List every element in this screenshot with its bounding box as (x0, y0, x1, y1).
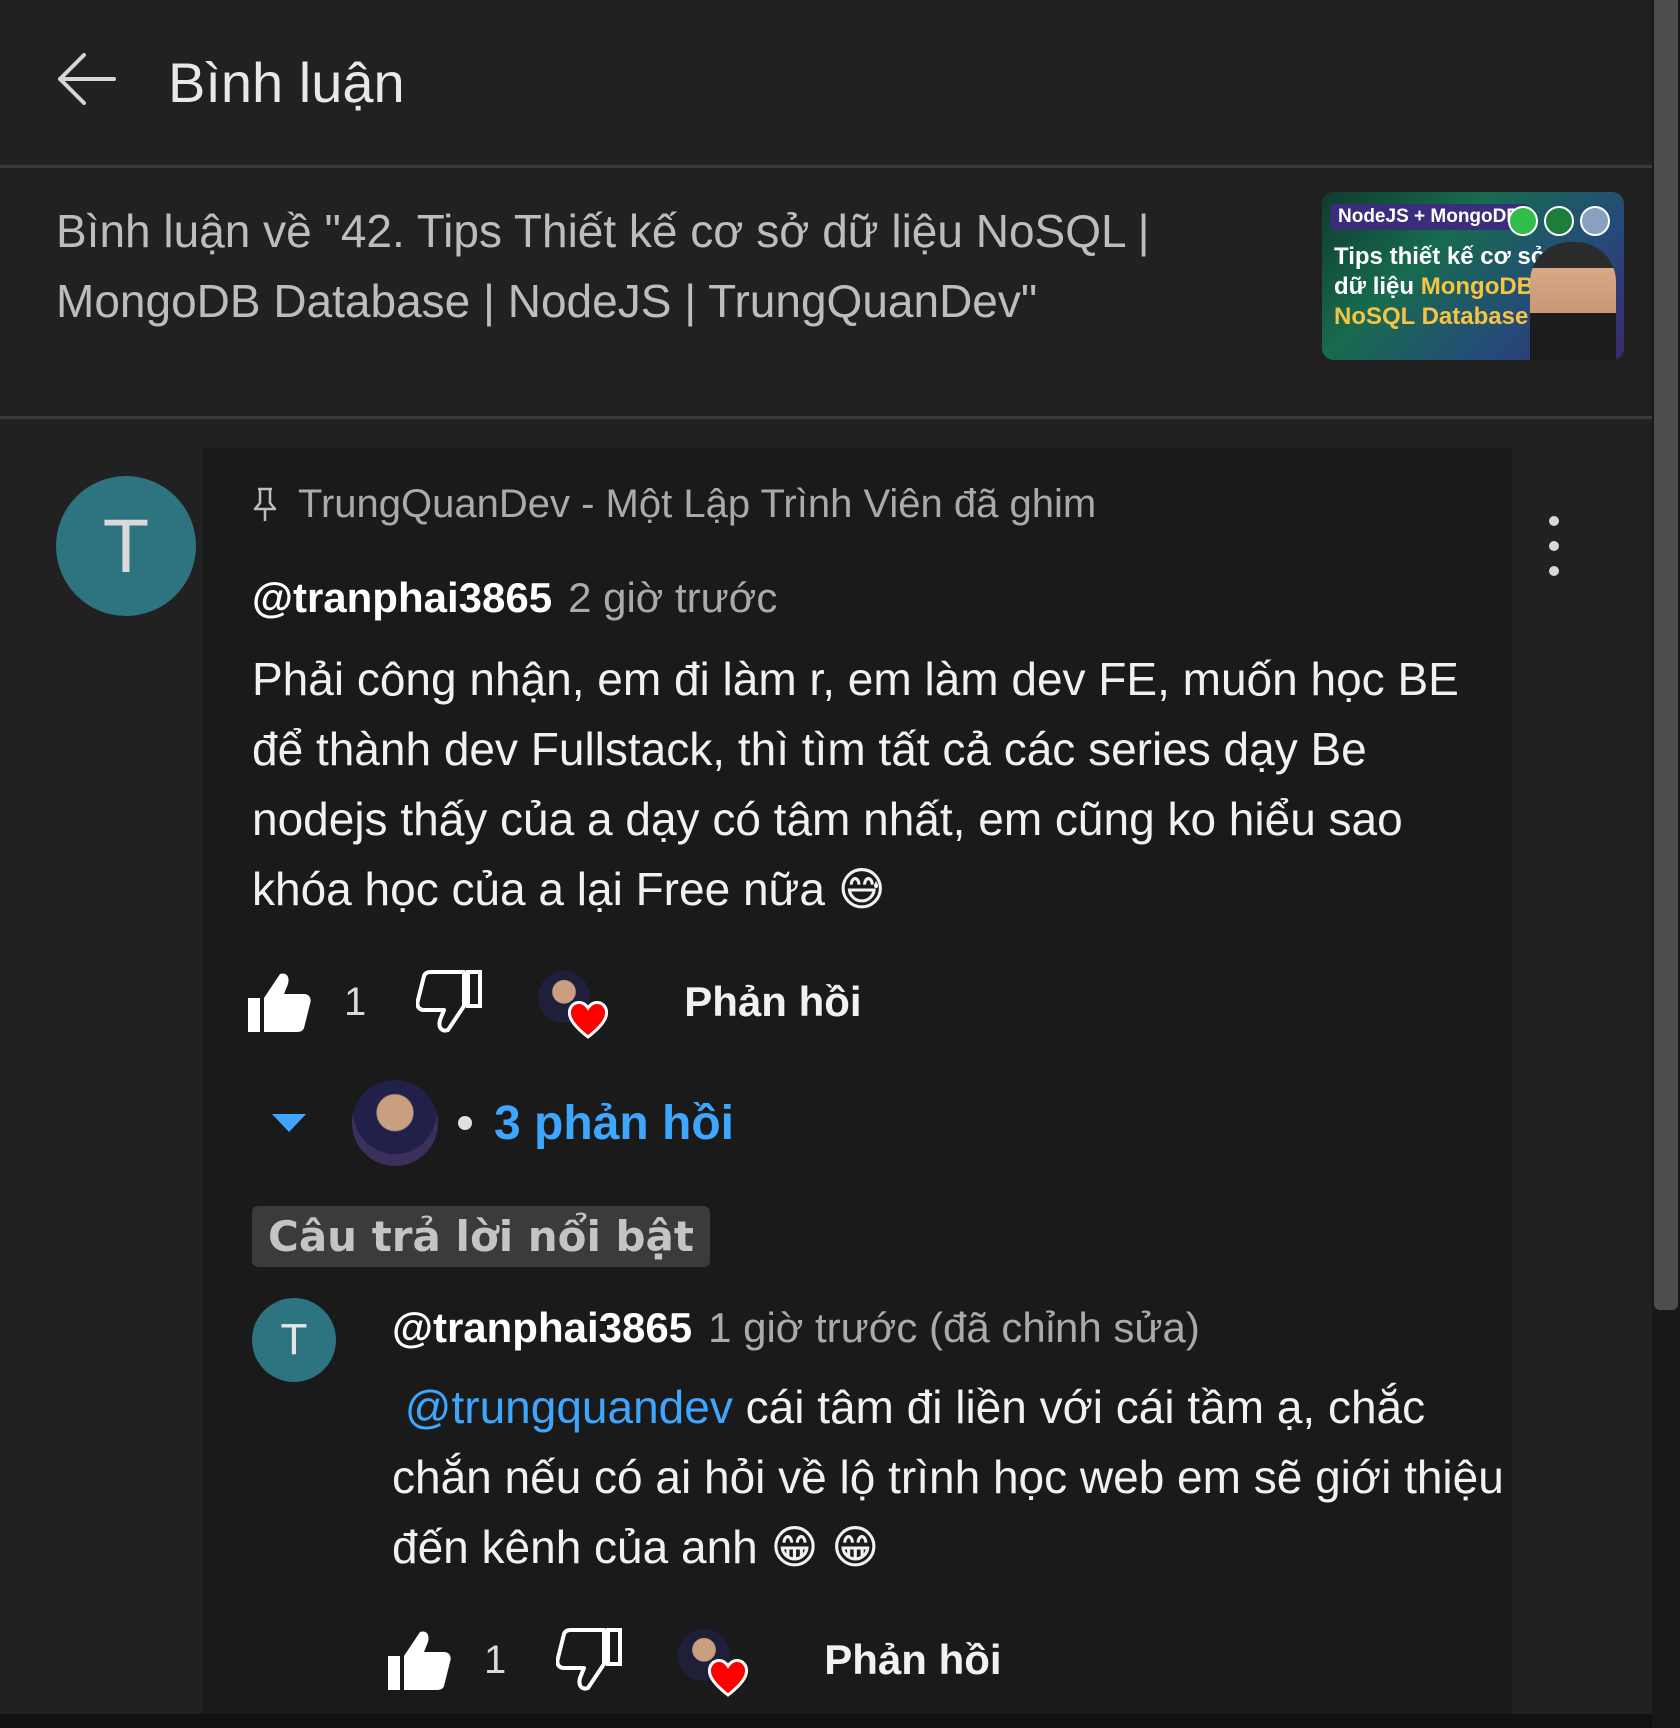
thumb-down-icon[interactable] (416, 970, 483, 1034)
reply-actions: 1 Phản hồi (386, 1628, 1002, 1697)
heart-icon (708, 1659, 749, 1697)
reply-author[interactable]: @tranphai3865 (392, 1304, 692, 1352)
panel-header: Bình luận (0, 0, 1652, 165)
creator-heart (538, 971, 609, 1039)
highlighted-reply-label: Câu trả lời nổi bật (252, 1206, 710, 1267)
reply-button[interactable]: Phản hồi (684, 978, 861, 1026)
page-title: Bình luận (168, 51, 405, 114)
comment-meta: @tranphai3865 2 giờ trước (252, 574, 777, 622)
creator-avatar (352, 1080, 438, 1166)
replies-count: 3 phản hồi (494, 1096, 734, 1150)
thumb-down-icon[interactable] (556, 1628, 623, 1692)
database-icon (1580, 206, 1610, 236)
separator-dot (458, 1116, 472, 1130)
thumbnail-badges (1508, 206, 1610, 236)
comment-actions: 1 Phản hồi (246, 970, 862, 1039)
creator-heart (678, 1629, 749, 1697)
divider (0, 416, 1652, 419)
more-vert-icon (1549, 516, 1559, 526)
thumb-up-icon[interactable] (386, 1628, 452, 1692)
comment-author[interactable]: @tranphai3865 (252, 574, 552, 622)
more-options-button[interactable] (1534, 516, 1574, 576)
avatar[interactable]: T (56, 476, 196, 616)
mention-link[interactable]: @trungquandev (405, 1381, 733, 1433)
thumbnail-presenter (1530, 242, 1616, 360)
thumb-up-icon[interactable] (246, 970, 312, 1034)
back-button[interactable] (48, 44, 124, 114)
caret-down-icon (272, 1114, 306, 1132)
like-count: 1 (484, 1637, 507, 1682)
comment-text: Phải công nhận, em đi làm r, em làm dev … (252, 653, 1459, 915)
view-replies-button[interactable]: 3 phản hồi (270, 1080, 734, 1166)
heart-icon (568, 1001, 609, 1039)
scrollbar-thumb[interactable] (1654, 0, 1678, 1310)
like-count: 1 (344, 979, 367, 1024)
pin-icon (253, 487, 277, 521)
reply-button[interactable]: Phản hồi (824, 1636, 1001, 1684)
thumbnail-tag: NodeJS + MongoDB (1330, 204, 1529, 230)
avatar[interactable]: T (252, 1298, 336, 1382)
comment-time[interactable]: 2 giờ trước (568, 574, 777, 622)
pinned-by-label: TrungQuanDev - Một Lập Trình Viên đã ghi… (252, 482, 1096, 527)
mongodb-leaf-icon (1544, 206, 1574, 236)
video-thumbnail[interactable]: NodeJS + MongoDB Tips thiết kế cơ sở dữ … (1322, 192, 1624, 360)
video-info: Bình luận về "42. Tips Thiết kế cơ sở dữ… (0, 168, 1652, 418)
reply-text: @trungquandev cái tâm đi liền với cái tầ… (392, 1381, 1504, 1573)
nodejs-badge-icon (1508, 206, 1538, 236)
bottom-edge (0, 1714, 1652, 1728)
comments-panel: Bình luận Bình luận về "42. Tips Thiết k… (0, 0, 1652, 1714)
back-arrow-icon (58, 53, 116, 105)
reply-time[interactable]: 1 giờ trước (đã chỉnh sửa) (708, 1304, 1200, 1352)
reply-meta: @tranphai3865 1 giờ trước (đã chỉnh sửa) (392, 1304, 1200, 1352)
thumbnail-text: Tips thiết kế cơ sở dữ liệu MongoDB NoSQ… (1334, 243, 1548, 330)
video-title: Bình luận về "42. Tips Thiết kế cơ sở dữ… (56, 205, 1150, 327)
